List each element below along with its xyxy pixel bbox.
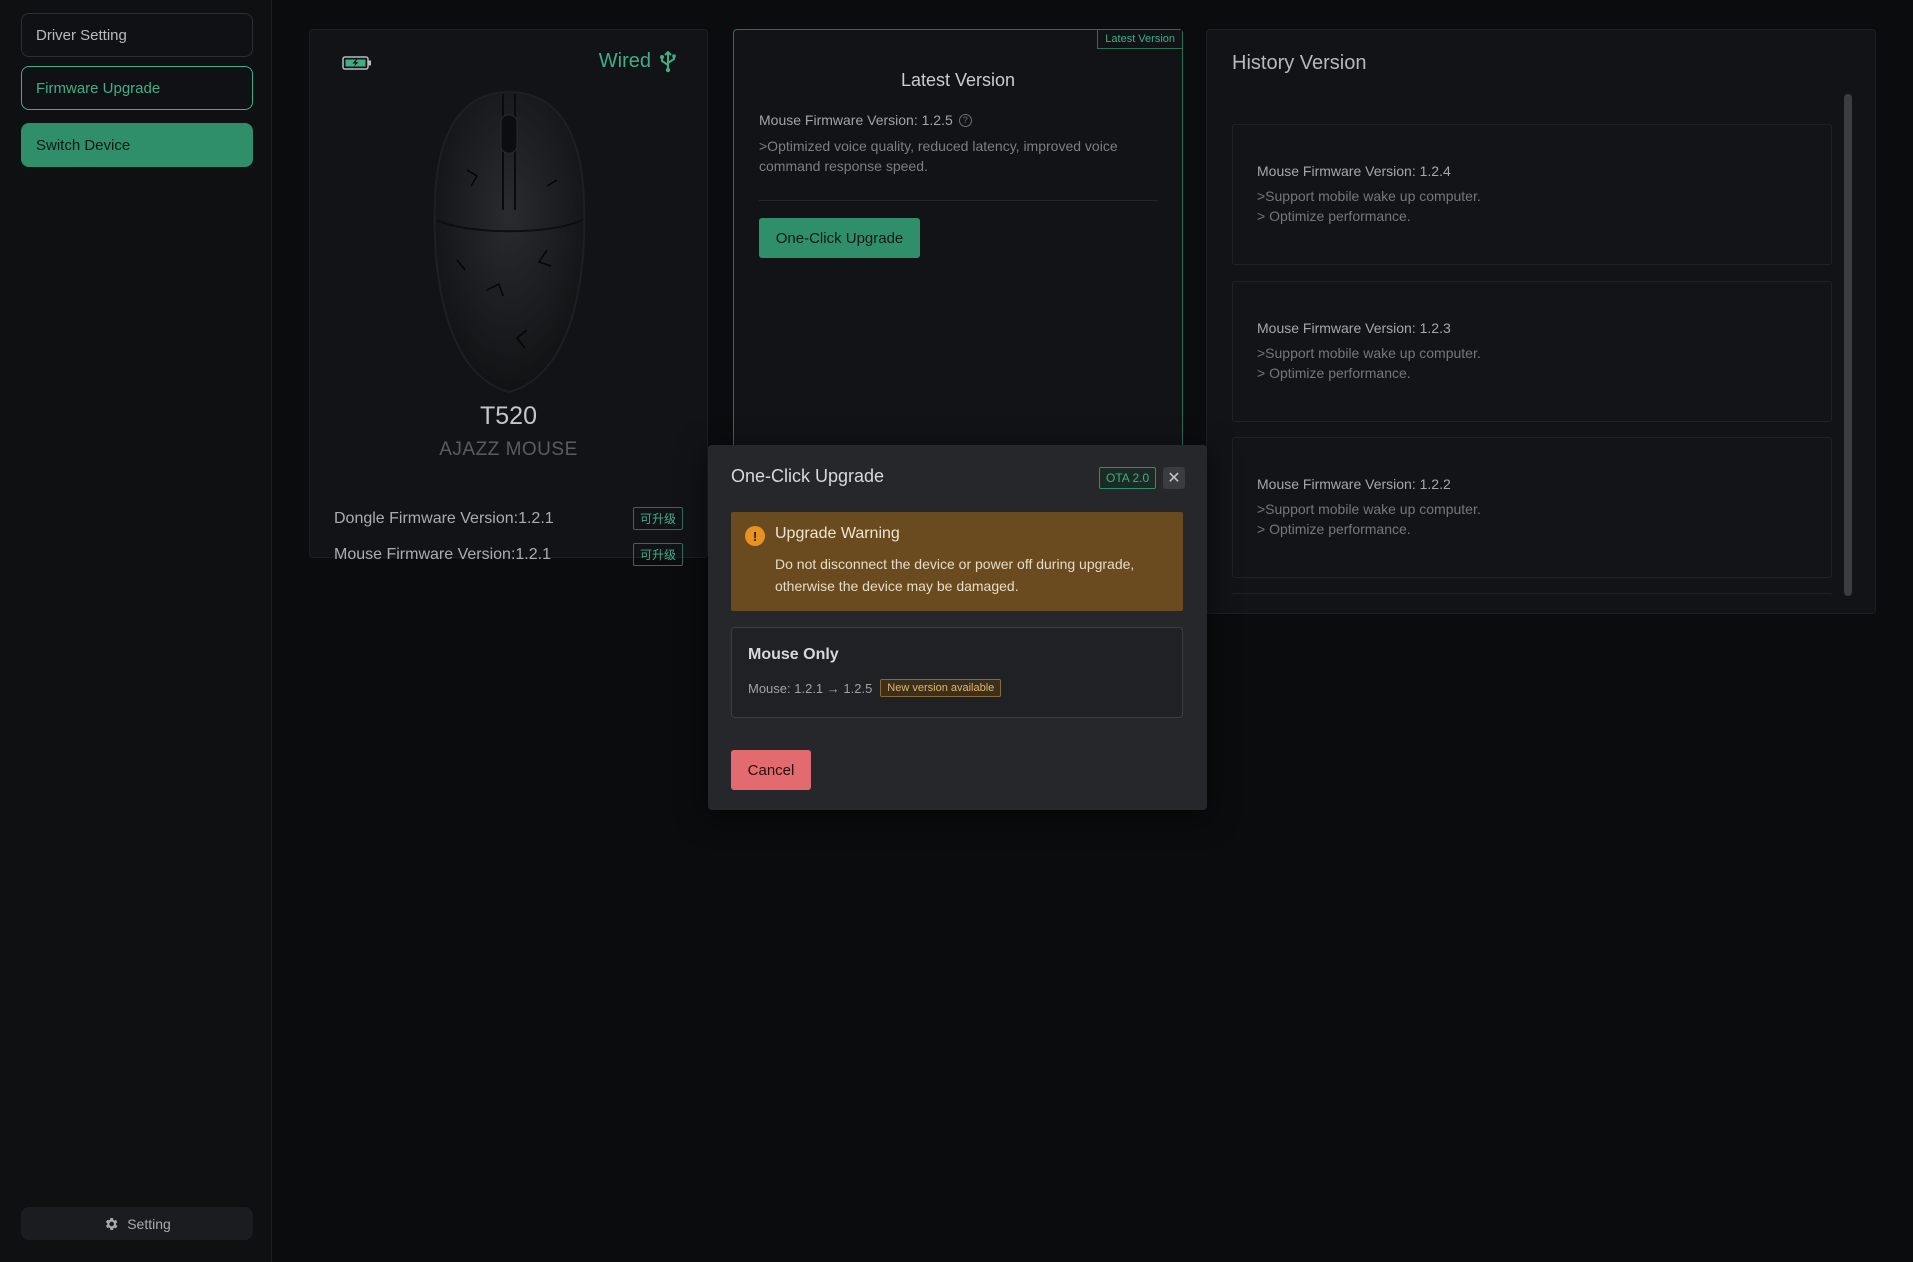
history-item-version: Mouse Firmware Version: 1.2.3 [1257, 320, 1451, 336]
latest-firmware-version: Mouse Firmware Version: 1.2.5 ? [759, 112, 972, 128]
one-click-upgrade-button[interactable]: One-Click Upgrade [759, 218, 920, 258]
warning-text: Do not disconnect the device or power of… [775, 556, 1135, 594]
upgrade-mode-option[interactable]: Mouse Only Mouse: 1.2.1 → 1.2.5 New vers… [731, 627, 1183, 718]
gear-icon [106, 1217, 118, 1230]
latest-firmware-version-text: Mouse Firmware Version: 1.2.5 [759, 112, 953, 128]
dialog-title: One-Click Upgrade [731, 466, 885, 486]
battery-charging-icon [342, 56, 371, 70]
mouse-firmware-row: Mouse Firmware Version:1.2.1 可升级 [334, 543, 683, 566]
latest-version-badge: Latest Version [1097, 30, 1182, 49]
sidebar-item-switch-device[interactable]: Switch Device [21, 123, 253, 167]
history-version-panel: History Version Mouse Firmware Version: … [1206, 29, 1876, 614]
history-item-note: > Optimize performance. [1257, 208, 1411, 224]
ota-badge: OTA 2.0 [1099, 467, 1157, 489]
scrollbar-thumb[interactable] [1844, 94, 1852, 596]
history-item-note: >Support mobile wake up computer. [1257, 188, 1481, 204]
warning-title: Upgrade Warning [775, 525, 900, 542]
connection-status: Wired [599, 50, 677, 73]
mouse-upgradable-tag: 可升级 [632, 543, 683, 566]
latest-version-title: Latest Version [900, 70, 1016, 90]
history-item-partial [1232, 593, 1832, 595]
latest-description: >Optimized voice quality, reduced latenc… [759, 138, 1118, 174]
close-icon[interactable]: ✕ [1163, 467, 1185, 489]
history-item: Mouse Firmware Version: 1.2.2 >Support m… [1232, 437, 1832, 578]
dongle-firmware-row: Dongle Firmware Version:1.2.1 可升级 [334, 507, 683, 530]
setting-label: Setting [127, 1215, 171, 1232]
history-item-note: >Support mobile wake up computer. [1257, 345, 1481, 361]
history-list[interactable]: Mouse Firmware Version: 1.2.4 >Support m… [1232, 95, 1832, 595]
mouse-image [433, 90, 586, 394]
device-brand: AJAZZ MOUSE [439, 439, 578, 460]
history-item-version: Mouse Firmware Version: 1.2.4 [1257, 163, 1451, 179]
usb-icon [660, 50, 676, 72]
history-item: Mouse Firmware Version: 1.2.3 >Support m… [1232, 281, 1832, 422]
divider [759, 200, 1157, 201]
mouse-firmware-version: Mouse Firmware Version:1.2.1 [334, 545, 551, 563]
one-click-upgrade-dialog: One-Click Upgrade OTA 2.0 ✕ ! Upgrade Wa… [708, 445, 1207, 810]
sidebar: Driver Setting Firmware Upgrade Switch D… [0, 0, 272, 1262]
history-scrollbar[interactable] [1844, 94, 1852, 596]
history-version-title: History Version [1232, 52, 1367, 74]
new-version-badge: New version available [880, 679, 1002, 697]
cancel-button[interactable]: Cancel [731, 750, 811, 790]
upgrade-warning: ! Upgrade Warning Do not disconnect the … [731, 512, 1183, 611]
history-item-note: >Support mobile wake up computer. [1257, 501, 1481, 517]
dongle-upgradable-tag: 可升级 [632, 507, 683, 530]
setting-button[interactable]: Setting [21, 1207, 253, 1240]
mode-title: Mouse Only [748, 646, 839, 663]
connection-label: Wired [598, 50, 651, 72]
device-panel: Wired T520 AJAZZ MOUSE Dongle Firmware V… [309, 29, 708, 566]
history-item-note: > Optimize performance. [1257, 521, 1411, 537]
history-item: Mouse Firmware Version: 1.2.4 >Support m… [1232, 124, 1832, 265]
latest-version-panel: Latest Version Latest Version Mouse Firm… [733, 29, 1183, 449]
sidebar-item-firmware-upgrade[interactable]: Firmware Upgrade [21, 66, 253, 110]
history-item-note: > Optimize performance. [1257, 365, 1411, 381]
device-model: T520 [480, 402, 537, 430]
sidebar-item-driver-setting[interactable]: Driver Setting [21, 13, 253, 57]
warning-icon: ! [745, 526, 765, 546]
mode-version-line: Mouse: 1.2.1 → 1.2.5 New version availab… [748, 679, 1002, 697]
history-item-version: Mouse Firmware Version: 1.2.2 [1257, 476, 1451, 492]
mode-version-text: Mouse: 1.2.1 → 1.2.5 [748, 680, 873, 696]
info-icon[interactable]: ? [958, 113, 972, 127]
dongle-firmware-version: Dongle Firmware Version:1.2.1 [334, 509, 554, 527]
